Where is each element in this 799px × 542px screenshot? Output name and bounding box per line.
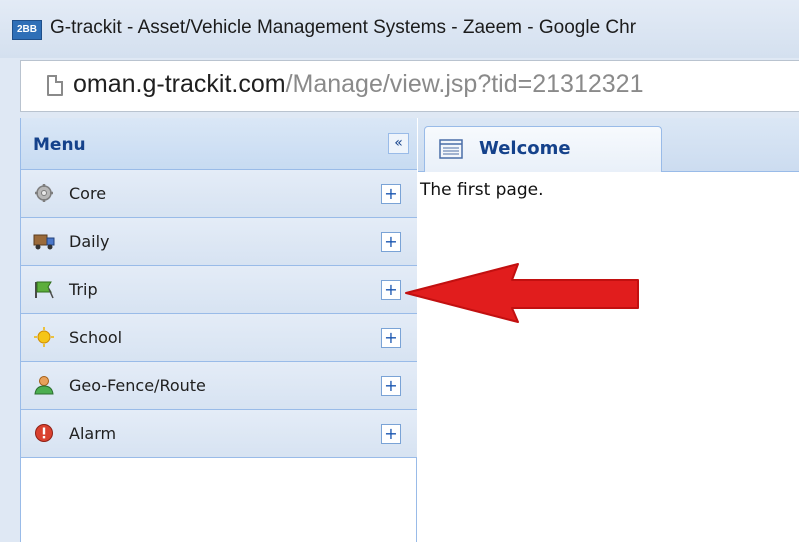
- menu-item-label: Alarm: [69, 424, 117, 443]
- tab-welcome[interactable]: Welcome: [424, 126, 662, 172]
- expand-alarm-button[interactable]: +: [381, 424, 401, 444]
- person-icon: [34, 376, 54, 395]
- collapse-menu-button[interactable]: «: [388, 133, 409, 154]
- expand-daily-button[interactable]: +: [381, 232, 401, 252]
- expand-geo-fence-button[interactable]: +: [381, 376, 401, 396]
- menu-item-label: School: [69, 328, 123, 347]
- menu-header: Menu «: [21, 118, 417, 170]
- menu-item-school[interactable]: School +: [21, 314, 417, 362]
- tab-label: Welcome: [479, 138, 571, 159]
- expand-core-button[interactable]: +: [381, 184, 401, 204]
- sun-icon: [34, 327, 54, 347]
- menu-panel: Menu « Core + Daily + Trip + School + Ge…: [21, 118, 417, 542]
- red-arrow-annotation: [405, 263, 639, 323]
- alert-icon: [35, 424, 53, 442]
- menu-item-alarm[interactable]: Alarm +: [21, 410, 417, 458]
- app-area: Menu « Core + Daily + Trip + School + Ge…: [20, 118, 799, 542]
- flag-icon: [35, 281, 54, 299]
- menu-item-label: Trip: [69, 280, 98, 299]
- menu-item-geo-fence[interactable]: Geo-Fence/Route +: [21, 362, 417, 410]
- url-domain: oman.g-trackit.com: [73, 70, 286, 98]
- app-icon: 2BB: [12, 20, 42, 40]
- content-panel: Welcome The first page.: [418, 118, 799, 542]
- menu-item-core[interactable]: Core +: [21, 170, 417, 218]
- url-text[interactable]: oman.g-trackit.com/Manage/view.jsp?tid=2…: [73, 70, 643, 99]
- expand-trip-button[interactable]: +: [381, 280, 401, 300]
- page-icon: [439, 139, 463, 159]
- window-title: G-trackit - Asset/Vehicle Management Sys…: [50, 17, 637, 38]
- url-path: /Manage/view.jsp?tid=21312321: [285, 70, 644, 98]
- tab-strip: Welcome: [418, 118, 799, 172]
- menu-item-label: Geo-Fence/Route: [69, 376, 206, 395]
- welcome-text: The first page.: [420, 180, 544, 200]
- menu-item-daily[interactable]: Daily +: [21, 218, 417, 266]
- truck-icon: [33, 234, 55, 250]
- menu-title: Menu: [33, 135, 86, 155]
- gear-icon: [35, 184, 53, 202]
- expand-school-button[interactable]: +: [381, 328, 401, 348]
- address-bar[interactable]: oman.g-trackit.com/Manage/view.jsp?tid=2…: [20, 60, 799, 112]
- window-title-bar: 2BB G-trackit - Asset/Vehicle Management…: [0, 0, 799, 58]
- page-icon: [47, 75, 63, 96]
- menu-item-label: Daily: [69, 232, 110, 251]
- menu-item-label: Core: [69, 184, 107, 203]
- menu-item-trip[interactable]: Trip +: [21, 266, 417, 314]
